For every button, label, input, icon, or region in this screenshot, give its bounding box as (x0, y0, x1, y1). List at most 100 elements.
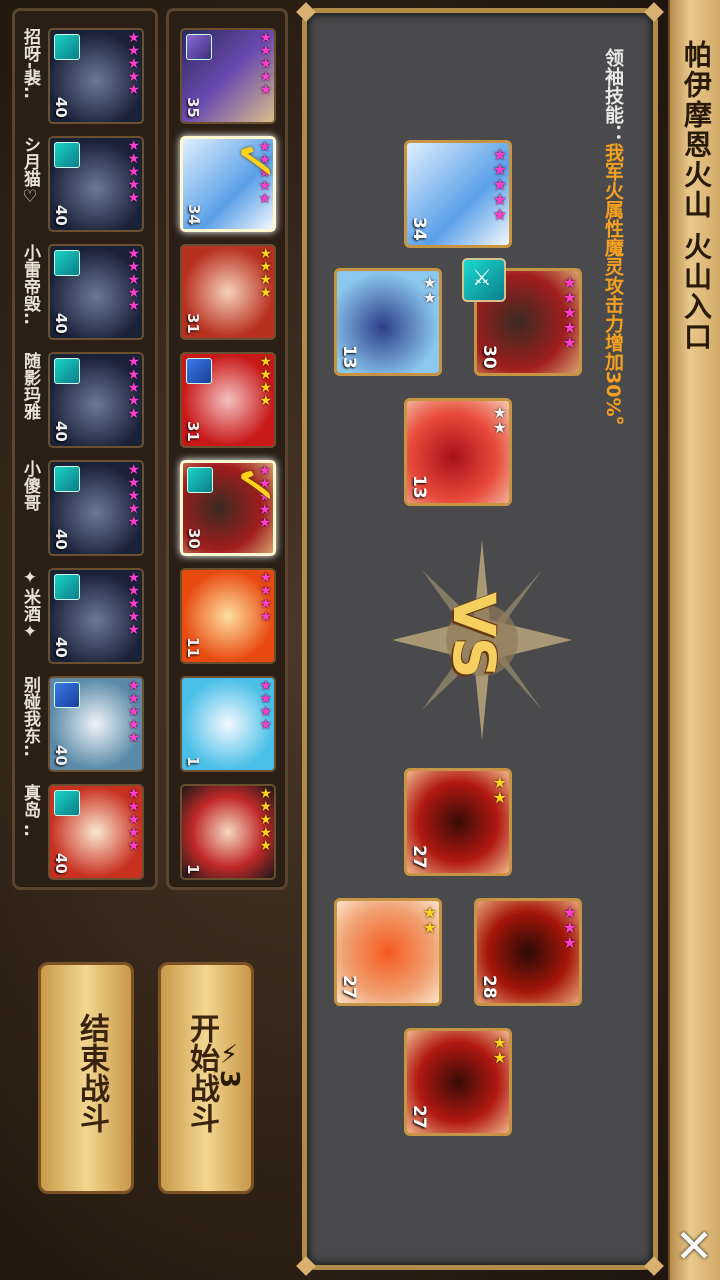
my-team-slot-2[interactable]: 13 ★ ★ (334, 268, 442, 376)
energy-cost-value: 3 (214, 1070, 244, 1089)
monster-level: 40 (52, 529, 70, 550)
monster-level: 40 (52, 205, 70, 226)
selected-check-icon: ✓ (223, 138, 287, 185)
friend-helper-monster[interactable]: 40 ★ ★ ★ ★ ★ (48, 676, 144, 772)
corner-ornament (296, 1256, 316, 1276)
friend-helper-monster[interactable]: 40 ★ ★ ★ ★ ★ (48, 460, 144, 556)
energy-cost: ⚡3 (214, 1040, 244, 1088)
star-rating: ★ ★ ★ ★ ★ (562, 275, 577, 352)
star-icon: ★ (127, 82, 140, 98)
friend-helper-monster[interactable]: 40 ★ ★ ★ ★ ★ (48, 784, 144, 880)
star-icon: ★ (259, 285, 272, 301)
star-rating: ★ ★ ★ ★ ★ (127, 247, 140, 314)
star-rating: ★ ★ (423, 905, 437, 936)
star-icon: ★ (259, 82, 272, 98)
skill-rune-icon (54, 682, 80, 708)
monster-level: 13 (339, 345, 359, 369)
end-battle-button[interactable]: 结束战斗 (38, 962, 134, 1194)
enemy-slot-4[interactable]: 27 ★ ★ (404, 1028, 512, 1136)
page-title: 帕伊摩恩火山 火山入口 (680, 40, 713, 352)
star-icon: ★ (127, 622, 140, 638)
friend-helper-monster[interactable]: 40 ★ ★ ★ ★ ★ (48, 352, 144, 448)
corner-ornament (296, 2, 316, 22)
battle-prepare-screen: 帕伊摩恩火山 火山入口 ✕ 领袖技能：我军火属性魔灵攻击力增加30%。 34 ★… (0, 0, 720, 1280)
monster-level: 40 (52, 745, 70, 766)
roster-monster[interactable]: 31 ★ ★ ★ ★ (180, 352, 276, 448)
friend-name: 真岛 .. (20, 784, 40, 837)
skill-rune-icon (187, 467, 213, 493)
monster-level: 11 (184, 637, 202, 658)
leader-skill-label: 领袖技能： (602, 48, 624, 143)
star-rating: ★ ★ ★ ★ ★ (127, 31, 140, 98)
enemy-slot-1[interactable]: 27 ★ ★ (404, 768, 512, 876)
friend-name: 招呀-裴.. (20, 28, 40, 99)
roster-monster[interactable]: 35 ★ ★ ★ ★ ★ (180, 28, 276, 124)
corner-ornament (644, 2, 664, 22)
close-icon: ✕ (674, 1219, 714, 1273)
roster-monster[interactable]: 11 ★ ★ ★ ★ (180, 568, 276, 664)
roster-monster[interactable]: 31 ★ ★ ★ ★ (180, 244, 276, 340)
monster-level: 1 (184, 755, 202, 766)
leader-skill: 领袖技能：我军火属性魔灵攻击力增加30%。 (600, 48, 627, 435)
star-rating: ★ ★ ★ ★ (259, 247, 272, 301)
leader-skill-value: 我军火属性魔灵攻击力增加30%。 (602, 143, 624, 436)
monster-level: 40 (52, 853, 70, 874)
monster-level: 40 (52, 421, 70, 442)
skill-rune-icon (54, 358, 80, 384)
monster-level: 30 (185, 528, 203, 549)
monster-level: 40 (52, 637, 70, 658)
star-icon: ★ (259, 609, 272, 625)
star-icon: ★ (259, 717, 272, 733)
star-rating: ★ ★ ★ ★ (259, 355, 272, 408)
skill-rune-icon (54, 250, 80, 276)
friend-helper-monster[interactable]: 40 ★ ★ ★ ★ ★ (48, 568, 144, 664)
star-rating: ★ ★ (492, 775, 507, 807)
vs-label: VS (440, 592, 508, 679)
skill-rune-icon (186, 358, 212, 384)
monster-level: 35 (184, 97, 202, 118)
monster-level: 34 (409, 217, 429, 241)
monster-level: 27 (339, 975, 359, 999)
friend-helper-monster[interactable]: 40 ★ ★ ★ ★ ★ (48, 28, 144, 124)
friend-name: シ月猫♡ (20, 136, 40, 207)
skill-rune-icon (54, 34, 80, 60)
star-rating: ★ ★ ★ ★ ★ (259, 787, 272, 854)
star-icon: ★ (127, 730, 140, 746)
skill-rune-icon (186, 34, 212, 60)
star-icon: ★ (562, 333, 577, 352)
monster-level: 27 (409, 845, 429, 869)
star-icon: ★ (492, 788, 507, 807)
monster-level: 34 (185, 204, 203, 225)
friend-name: 小傻哥 (20, 460, 40, 511)
roster-monster[interactable]: 1 ★ ★ ★ ★ (180, 676, 276, 772)
close-button[interactable]: ✕ (668, 1218, 720, 1274)
star-icon: ★ (258, 191, 271, 207)
star-icon: ★ (259, 838, 272, 854)
star-icon: ★ (127, 190, 140, 206)
star-icon: ★ (492, 418, 507, 437)
star-icon: ★ (127, 838, 140, 854)
star-rating: ★ ★ ★ ★ ★ (127, 571, 140, 638)
enemy-slot-3[interactable]: 28 ★ ★ ★ (474, 898, 582, 1006)
star-rating: ★ ★ ★ ★ (259, 679, 272, 733)
star-icon: ★ (562, 933, 577, 952)
star-rating: ★ ★ ★ ★ ★ (127, 679, 140, 746)
friend-name: 随影玛雅 (20, 352, 40, 420)
friend-helper-monster[interactable]: 40 ★ ★ ★ ★ ★ (48, 136, 144, 232)
friend-name: 别碰我东.. (20, 676, 40, 757)
monster-level: 27 (409, 1105, 429, 1129)
my-team-slot-leader[interactable]: 34 ★ ★ ★ ★ ★ (404, 140, 512, 248)
roster-monster[interactable]: 1 ★ ★ ★ ★ ★ (180, 784, 276, 880)
star-rating: ★ ★ (423, 275, 437, 306)
monster-level: 28 (479, 975, 499, 999)
corner-ornament (644, 1256, 664, 1276)
friend-helper-monster[interactable]: 40 ★ ★ ★ ★ ★ (48, 244, 144, 340)
monster-level: 1 (184, 863, 202, 874)
enemy-slot-2[interactable]: 27 ★ ★ (334, 898, 442, 1006)
star-rating: ★ ★ ★ ★ ★ (127, 463, 140, 529)
monster-level: 31 (184, 313, 202, 334)
star-rating: ★ ★ (493, 1035, 507, 1066)
my-team-slot-4[interactable]: 13 ★ ★ (404, 398, 512, 506)
star-icon: ★ (127, 298, 140, 314)
star-rating: ★ ★ ★ ★ ★ (127, 139, 140, 206)
